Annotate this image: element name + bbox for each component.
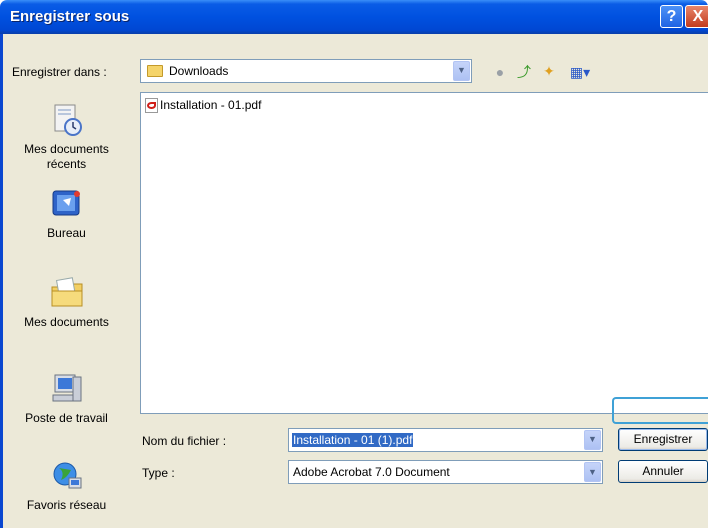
place-label: Favoris réseau	[26, 498, 107, 512]
place-label: Bureau	[47, 226, 86, 240]
place-label: Mes documents récents	[24, 142, 109, 171]
cancel-button[interactable]: Annuler	[618, 460, 708, 483]
save-button[interactable]: Enregistrer	[618, 428, 708, 451]
desktop-icon	[49, 186, 85, 222]
chevron-down-icon[interactable]: ▼	[584, 430, 601, 450]
title-bar[interactable]: Enregistrer sous ? X	[0, 0, 708, 34]
dialog-title: Enregistrer sous	[10, 8, 130, 25]
place-label: Mes documents	[24, 315, 109, 329]
place-recent-documents[interactable]: Mes documents récents	[3, 102, 130, 172]
file-list[interactable]: Installation - 01.pdf	[140, 92, 708, 414]
filetype-select[interactable]: Adobe Acrobat 7.0 Document ▼	[288, 460, 603, 484]
chevron-down-icon[interactable]: ▼	[453, 61, 470, 81]
filename-label: Nom du fichier :	[142, 434, 227, 448]
close-button[interactable]: X	[685, 5, 708, 28]
list-item[interactable]: Installation - 01.pdf	[145, 98, 262, 114]
place-label: Poste de travail	[25, 411, 108, 425]
place-my-computer[interactable]: Poste de travail	[3, 371, 130, 426]
filetype-label: Type :	[142, 466, 175, 480]
folder-icon	[147, 65, 163, 77]
filename-value: Installation - 01 (1).pdf	[292, 433, 414, 447]
my-computer-icon	[49, 371, 85, 407]
save-in-value: Downloads	[169, 64, 229, 78]
help-button[interactable]: ?	[660, 5, 683, 28]
filename-field[interactable]: Installation - 01 (1).pdf ▼	[288, 428, 603, 452]
save-as-dialog: Enregistrer sous ? X Enregistrer dans : …	[0, 0, 708, 528]
filetype-value: Adobe Acrobat 7.0 Document	[293, 465, 450, 479]
save-in-label: Enregistrer dans :	[12, 65, 107, 79]
network-places-icon	[49, 458, 85, 494]
pdf-icon	[145, 98, 158, 114]
place-desktop[interactable]: Bureau	[3, 186, 130, 241]
focus-highlight	[612, 397, 708, 424]
recent-documents-icon	[49, 102, 85, 138]
dialog-body: Enregistrer dans : Downloads ▼ ● ⤴ ✦ ▦▾	[0, 34, 708, 528]
view-menu-icon[interactable]: ▦▾	[566, 63, 594, 81]
back-icon[interactable]: ●	[491, 63, 509, 81]
my-documents-icon	[49, 275, 85, 311]
places-bar: Mes documents récents Bureau Mes documen…	[3, 92, 130, 528]
save-in-combo[interactable]: Downloads ▼	[140, 59, 472, 83]
place-network[interactable]: Favoris réseau	[3, 458, 130, 513]
file-name: Installation - 01.pdf	[160, 98, 262, 112]
up-folder-icon[interactable]: ⤴	[515, 63, 533, 81]
chevron-down-icon[interactable]: ▼	[584, 462, 601, 482]
place-my-documents[interactable]: Mes documents	[3, 275, 130, 330]
new-folder-icon[interactable]: ✦	[540, 62, 558, 80]
